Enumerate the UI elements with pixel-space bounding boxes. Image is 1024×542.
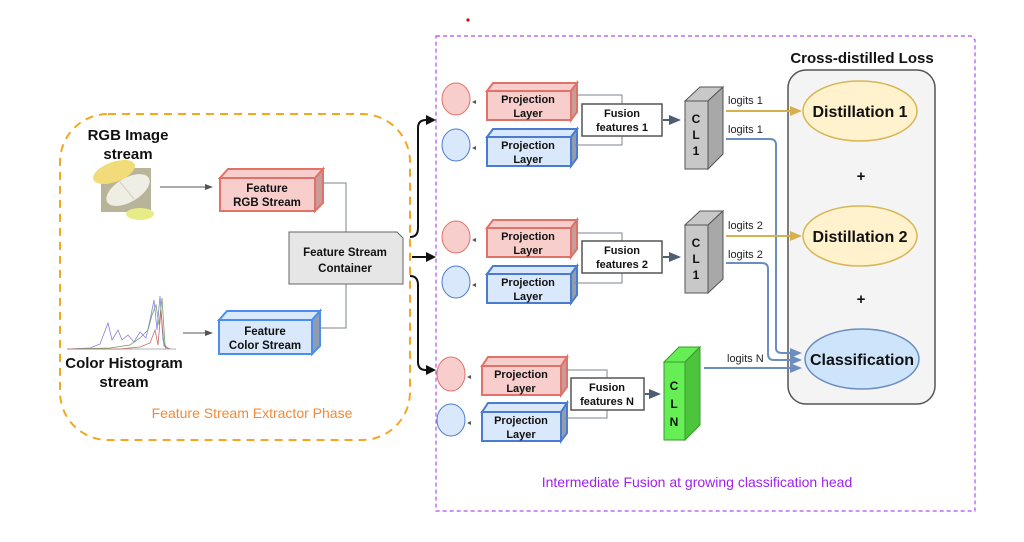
- diagram-canvas: RGB Image stream Feature RGB Stream Colo…: [59, 18, 976, 512]
- fusion-region-label: Intermediate Fusion at growing classific…: [542, 474, 853, 490]
- branch-arrow-head-1: [409, 115, 436, 238]
- pill-image: [93, 159, 154, 220]
- fusion-head-n: Projection Layer Projection Layer Fusion…: [436, 345, 702, 444]
- fusion-features-n-label: Fusion: [589, 382, 625, 394]
- loss-title: Cross-distilled Loss: [790, 50, 933, 67]
- cl-2-letter-num: 1: [693, 268, 700, 282]
- red-dot: [466, 18, 470, 22]
- color-histogram-image: [66, 295, 176, 350]
- branch-arrow-head-n: [409, 275, 436, 375]
- feature-rgb-stream-block: Feature RGB Stream: [217, 166, 326, 214]
- plus-sign-1: +: [857, 168, 866, 185]
- projection-label-red-1-line2: Layer: [513, 108, 543, 120]
- projection-label-blue-2-line2: Layer: [513, 291, 543, 303]
- feature-stream-container: Feature Stream Container: [288, 231, 404, 285]
- projection-label-red-n-line2: Layer: [506, 383, 536, 395]
- feature-rgb-label: Feature: [246, 183, 288, 195]
- logits-n-label: logits N: [727, 353, 764, 365]
- extractor-phase-label: Feature Stream Extractor Phase: [152, 405, 353, 421]
- logits-2-bottom-label: logits 2: [728, 249, 763, 261]
- cl-n-letter-c: C: [670, 379, 679, 393]
- fusion-head-2: Projection Layer Projection Layer Fusion…: [441, 209, 725, 306]
- logits-1-bottom-label: logits 1: [728, 124, 763, 136]
- logits-2-top-label: logits 2: [728, 220, 763, 232]
- fusion-features-2-label-line2: features 2: [596, 259, 648, 271]
- distillation-2-label: Distillation 2: [812, 229, 907, 246]
- fusion-features-1-label: Fusion: [604, 108, 640, 120]
- projection-label-blue-2: Projection: [501, 277, 555, 289]
- projection-label-red-2: Projection: [501, 231, 555, 243]
- color-to-container-line: [320, 284, 347, 329]
- feature-rgb-label-line2: RGB Stream: [233, 197, 301, 209]
- projection-label-blue-n-line2: Layer: [506, 429, 536, 441]
- histogram-stream-title-line2: stream: [99, 374, 148, 391]
- cl-n-letter-num: N: [670, 415, 679, 429]
- histogram-stream-title: Color Histogram: [65, 355, 183, 372]
- cl-2-letter-c: C: [692, 236, 701, 250]
- classification-label: Classification: [810, 352, 914, 369]
- classification-node: Classification: [804, 328, 920, 390]
- plus-sign-2: +: [857, 291, 866, 308]
- cl-n-letter-l: L: [670, 397, 677, 411]
- logits-1-top-label: logits 1: [728, 95, 763, 107]
- feature-color-label: Feature: [244, 326, 286, 338]
- projection-label-red-n: Projection: [494, 369, 548, 381]
- feature-color-stream-block: Feature Color Stream: [216, 308, 323, 357]
- projection-label-blue-1: Projection: [501, 140, 555, 152]
- projection-label-red-2-line2: Layer: [513, 245, 543, 257]
- fusion-features-1-label-line2: features 1: [596, 122, 648, 134]
- cl-1-letter-num: 1: [693, 144, 700, 158]
- projection-label-blue-n: Projection: [494, 415, 548, 427]
- distillation-2-node: Distillation 2: [802, 205, 918, 267]
- rgb-stream-title: RGB Image: [88, 127, 169, 144]
- projection-label-red-1: Projection: [501, 94, 555, 106]
- container-label-line2: Container: [318, 263, 372, 275]
- fusion-features-2-label: Fusion: [604, 245, 640, 257]
- distillation-1-node: Distillation 1: [802, 80, 918, 142]
- cl-2-letter-l: L: [692, 252, 699, 266]
- cl-1-letter-l: L: [692, 128, 699, 142]
- cl-1-letter-c: C: [692, 112, 701, 126]
- fusion-head-1: Projection Layer Projection Layer Fusion…: [441, 80, 725, 171]
- feature-color-label-line2: Color Stream: [229, 340, 301, 352]
- distillation-1-label: Distillation 1: [812, 104, 907, 121]
- projection-label-blue-1-line2: Layer: [513, 154, 543, 166]
- rgb-to-container-line: [323, 182, 347, 232]
- fusion-features-n-label-line2: features N: [580, 396, 634, 408]
- container-label: Feature Stream: [303, 247, 387, 259]
